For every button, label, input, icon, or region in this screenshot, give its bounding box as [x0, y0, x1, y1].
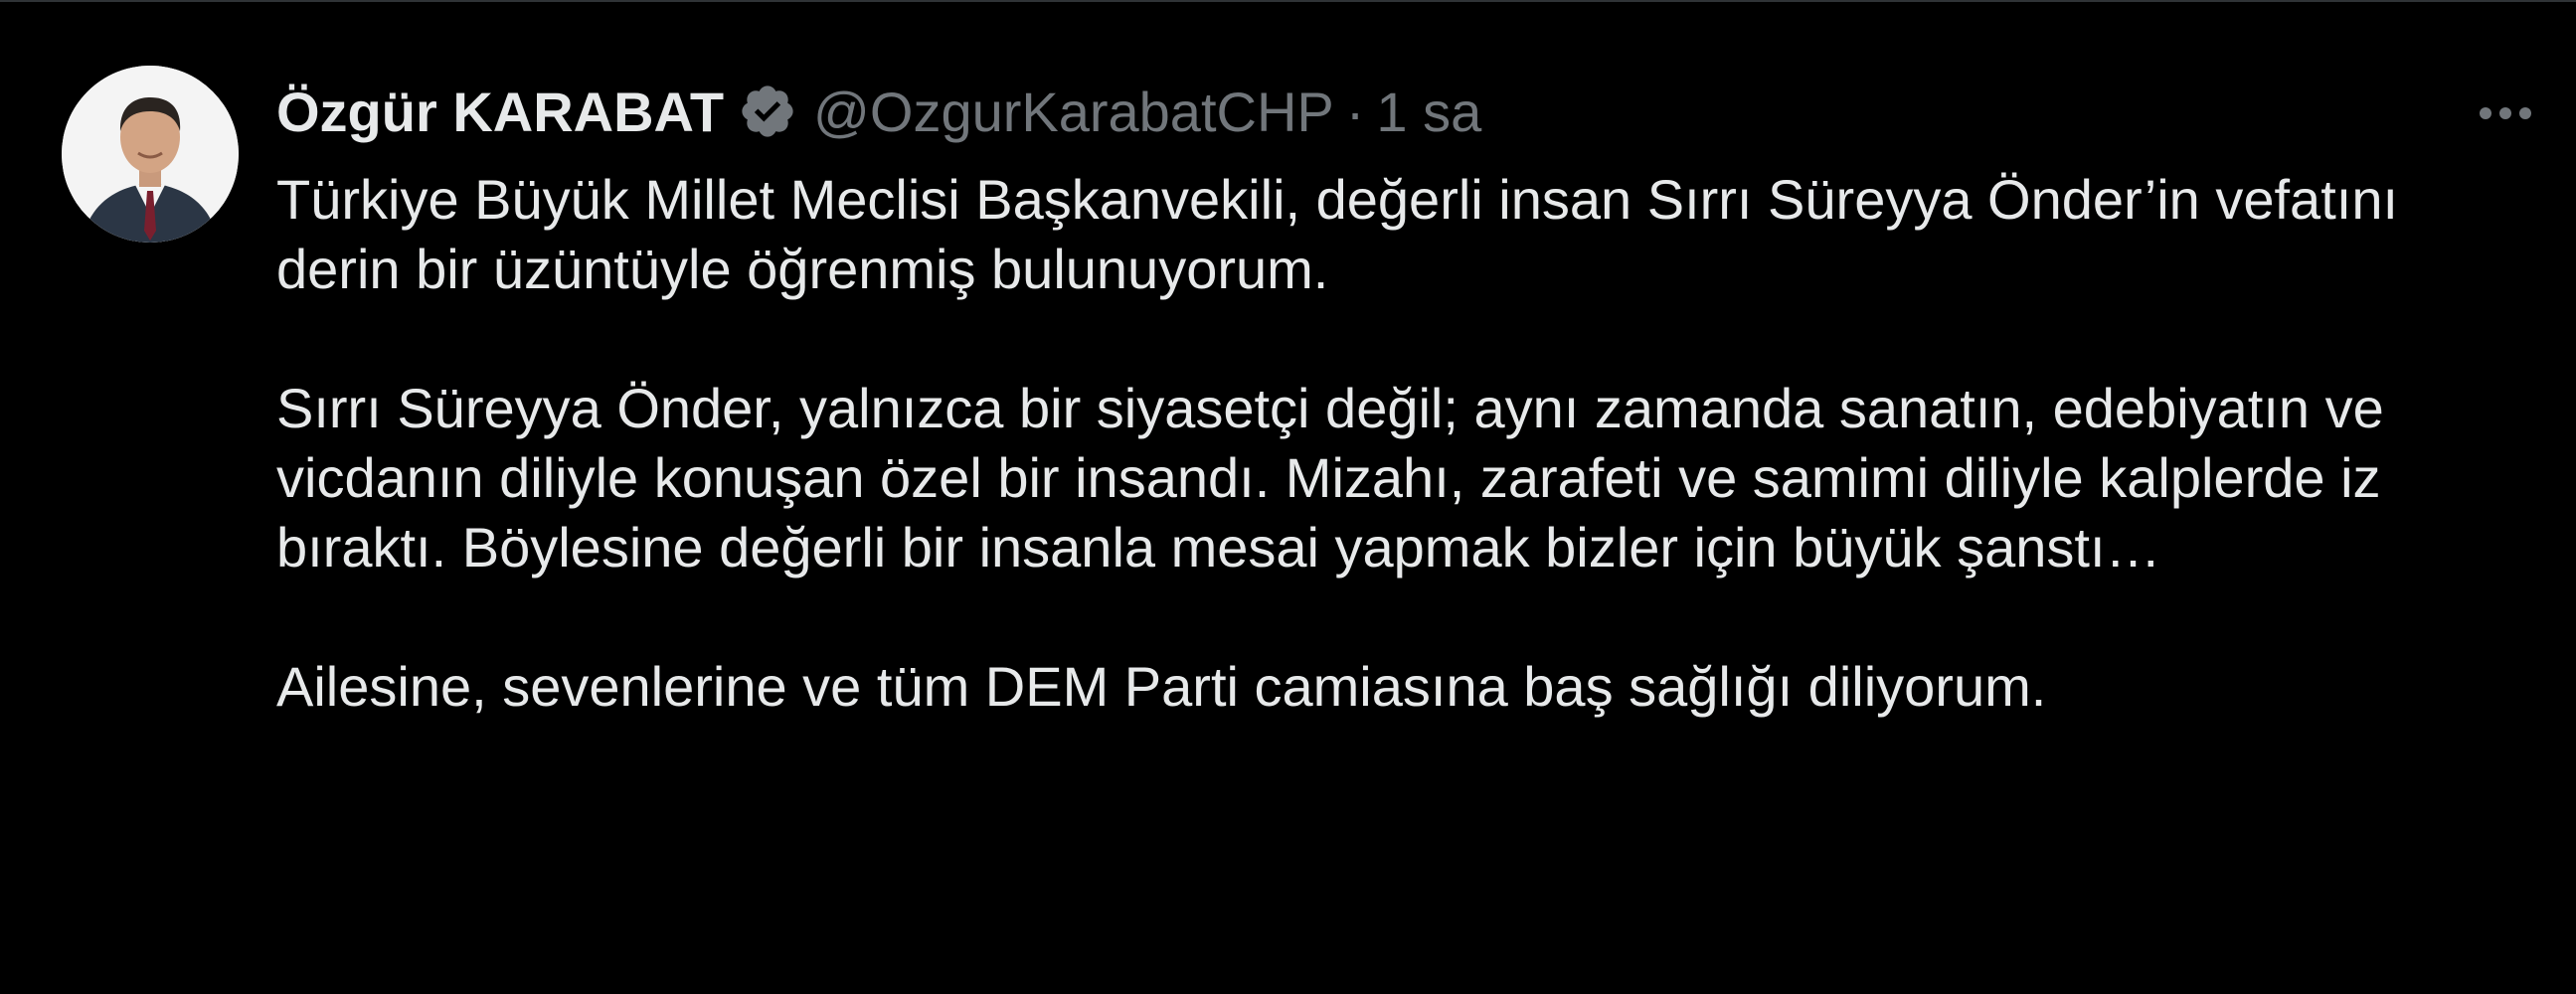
profile-photo-icon — [62, 66, 239, 243]
tweet-text: Türkiye Büyük Millet Meclisi Başkanvekil… — [276, 165, 2523, 722]
avatar[interactable] — [62, 66, 239, 243]
more-options-button[interactable] — [2470, 85, 2541, 141]
author-handle[interactable]: @OzgurKarabatCHP — [813, 80, 1334, 144]
tweet[interactable]: Özgür KARABAT @OzgurKarabatCHP · 1 sa Tü… — [0, 0, 2576, 994]
tweet-paragraph-3: Ailesine, sevenlerine ve tüm DEM Parti c… — [276, 655, 2047, 718]
tweet-header: Özgür KARABAT @OzgurKarabatCHP · 1 sa — [276, 72, 1481, 151]
verified-badge-icon[interactable] — [738, 82, 797, 141]
tweet-timestamp[interactable]: 1 sa — [1376, 80, 1481, 144]
separator-dot: · — [1345, 80, 1365, 143]
tweet-paragraph-2: Sırrı Süreyya Önder, yalnızca bir siyase… — [276, 377, 2384, 579]
tweet-paragraph-1: Türkiye Büyük Millet Meclisi Başkanvekil… — [276, 168, 2399, 300]
more-horizontal-icon — [2480, 107, 2531, 119]
author-display-name[interactable]: Özgür KARABAT — [276, 80, 724, 144]
